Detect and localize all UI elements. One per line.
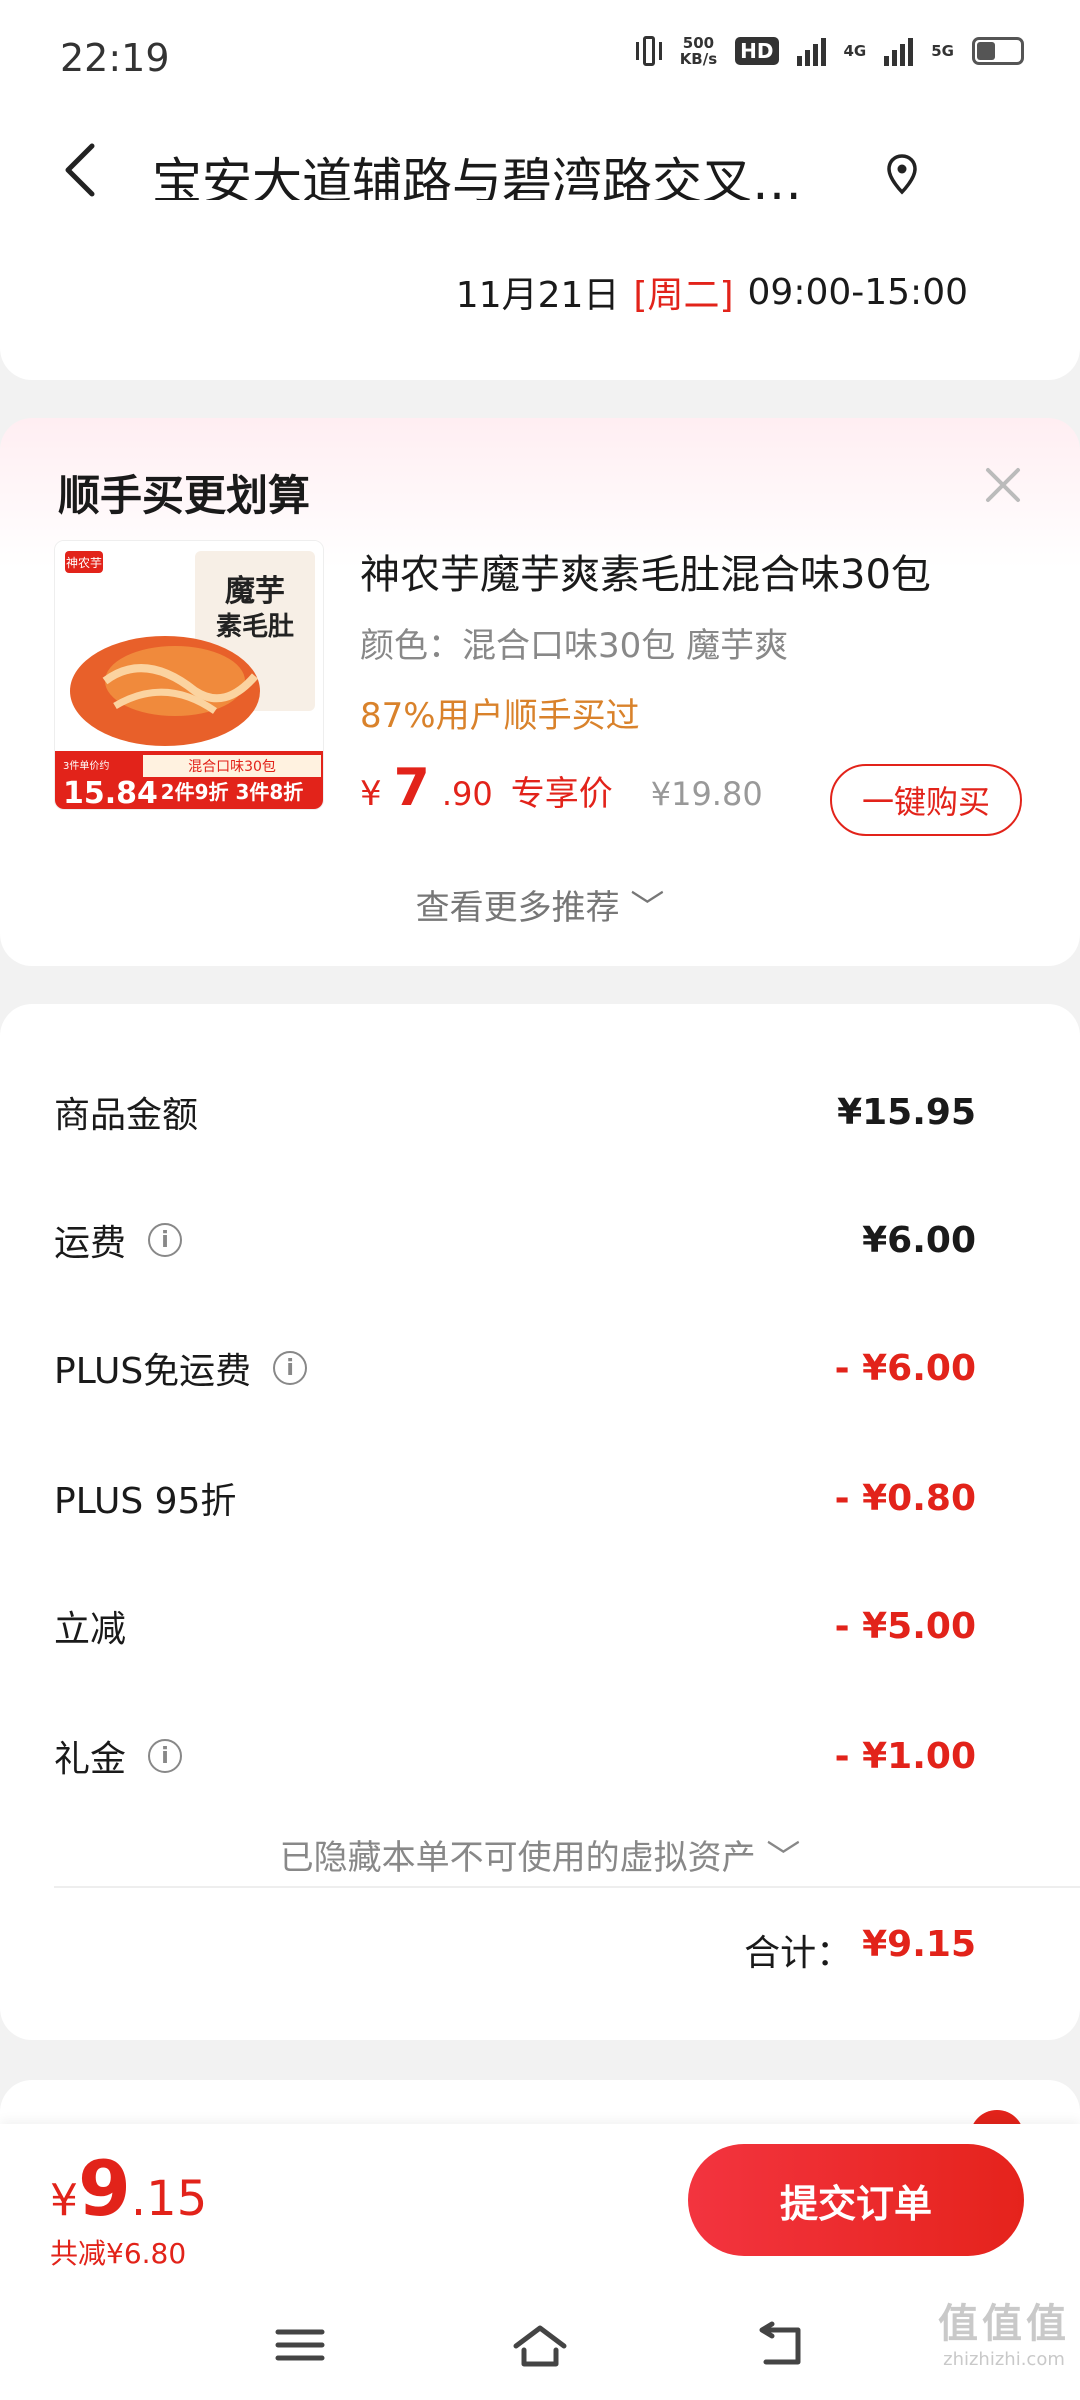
signal-4g-icon [796,36,826,66]
summary-row-shipping: 运费 i ¥6.00 [54,1214,976,1274]
status-icons: 500 KB/s HD 4G 5G [635,34,1024,68]
net-speed: 500 KB/s [680,35,717,67]
summary-value: - ¥0.80 [834,1478,976,1519]
pay-price: ¥9.15 [50,2144,207,2233]
back-arrow-icon[interactable] [58,140,102,200]
total-label: 合计： [744,1933,853,1974]
info-icon[interactable]: i [148,1223,183,1257]
watermark: 值值值 zhizhizhi.com [938,2291,1070,2370]
total-saved: 共减¥6.80 [50,2237,187,2270]
delivery-weekday: [周二] [633,275,734,316]
hidden-assets-toggle[interactable]: 已隐藏本单不可使用的虚拟资产 ﹀ [0,1830,1080,1879]
delivery-time[interactable]: 11月21日 [周二] 09:00-15:00 [456,266,968,318]
summary-row-plus-discount: PLUS 95折 - ¥0.80 [54,1472,976,1532]
price-summary-card: 商品金额 ¥15.95 运费 i ¥6.00 PLUS免运费 i - ¥6.00 P… [0,1004,1080,2040]
price-tag: 专享价 [510,774,613,814]
pay-price-dec: .15 [130,2171,208,2227]
delivery-card: 11月21日 [周二] 09:00-15:00 [0,200,1080,380]
pay-price-symbol: ¥ [50,2175,78,2226]
info-icon[interactable]: i [148,1739,183,1773]
svg-text:素毛肚: 素毛肚 [216,612,294,642]
total-row: 合计： ¥9.15 [744,1924,976,1976]
home-icon[interactable] [510,2320,570,2370]
product-image-promo: 2件9折 3件8折 [161,780,304,804]
vibrate-icon [635,34,662,68]
back-nav-icon[interactable] [750,2320,810,2370]
original-price: ¥19.80 [650,775,763,813]
recommend-title: 顺手买更划算 [58,471,311,520]
net-speed-unit: KB/s [679,50,718,68]
watermark-url: zhizhizhi.com [943,2349,1065,2370]
product-image-title: 魔芋 [225,574,285,609]
hd-icon: HD [735,37,779,65]
location-pin-icon[interactable] [884,152,920,196]
system-nav-bar: 值值值 zhizhizhi.com [0,2300,1080,2400]
summary-value: - ¥1.00 [834,1736,976,1777]
summary-label: 商品金额 [54,1095,199,1136]
product-image-price: 15.84 [63,776,158,810]
divider [54,1886,1080,1888]
net-speed-value: 500 [682,34,715,52]
recommend-card: 顺手买更划算 魔芋 素毛肚 神农芋 混合口味30包 2件9折 3件8折 3件单价… [0,418,1080,966]
delivery-date: 11月21日 [455,275,620,316]
sim2-label: 5G [931,42,954,60]
info-icon[interactable]: i [273,1351,308,1385]
price-symbol: ¥ [360,774,382,814]
pay-price-int: 9 [78,2144,131,2233]
delivery-time-range: 09:00-15:00 [747,271,968,313]
summary-label: 运费 [54,1223,127,1264]
product-price-row: ¥7 .90 专享价 ¥19.80 [360,758,763,818]
price-dec: .90 [441,775,493,813]
battery-icon [972,37,1024,65]
summary-row-instant-discount: 立减 - ¥5.00 [54,1600,976,1660]
status-time: 22:19 [60,36,170,80]
status-bar: 22:19 500 KB/s HD 4G 5G [0,0,1080,118]
summary-row-plus-free-shipping: PLUS免运费 i - ¥6.00 [54,1342,976,1402]
more-recommendations-link[interactable]: 查看更多推荐 ﹀ [0,880,1080,929]
summary-value: ¥15.95 [837,1092,976,1133]
summary-value: - ¥5.00 [834,1606,976,1647]
product-image-brand: 神农芋 [66,556,102,570]
product-image-price-label: 3件单价约 [63,759,109,772]
total-value: ¥9.15 [862,1924,976,1965]
product-social-proof: 87%用户顺手买过 [360,696,640,736]
close-icon[interactable] [984,466,1022,504]
product-name[interactable]: 神农芋魔芋爽素毛肚混合味30包 [360,542,931,600]
summary-value: - ¥6.00 [834,1348,976,1389]
sim1-label: 4G [843,42,867,60]
product-spec: 颜色：混合口味30包 魔芋爽 [360,626,789,666]
price-int: 7 [393,758,430,818]
summary-row-goods: 商品金额 ¥15.95 [54,1086,976,1146]
summary-value: ¥6.00 [862,1220,976,1261]
product-image-flavor: 混合口味30包 [188,759,276,775]
summary-label: 礼金 [54,1739,127,1780]
watermark-logo: 值值值 [938,2301,1070,2347]
summary-label: PLUS 95折 [54,1481,237,1522]
menu-icon[interactable] [270,2320,330,2370]
summary-label: 立减 [54,1609,127,1650]
one-click-buy-button[interactable]: 一键购买 [830,764,1022,836]
signal-5g-icon [884,36,914,66]
submit-order-button[interactable]: 提交订单 [688,2144,1024,2256]
summary-label: PLUS免运费 [54,1351,252,1392]
summary-row-gift-money: 礼金 i - ¥1.00 [54,1730,976,1790]
product-image[interactable]: 魔芋 素毛肚 神农芋 混合口味30包 2件9折 3件8折 3件单价约 15.84 [54,540,324,810]
